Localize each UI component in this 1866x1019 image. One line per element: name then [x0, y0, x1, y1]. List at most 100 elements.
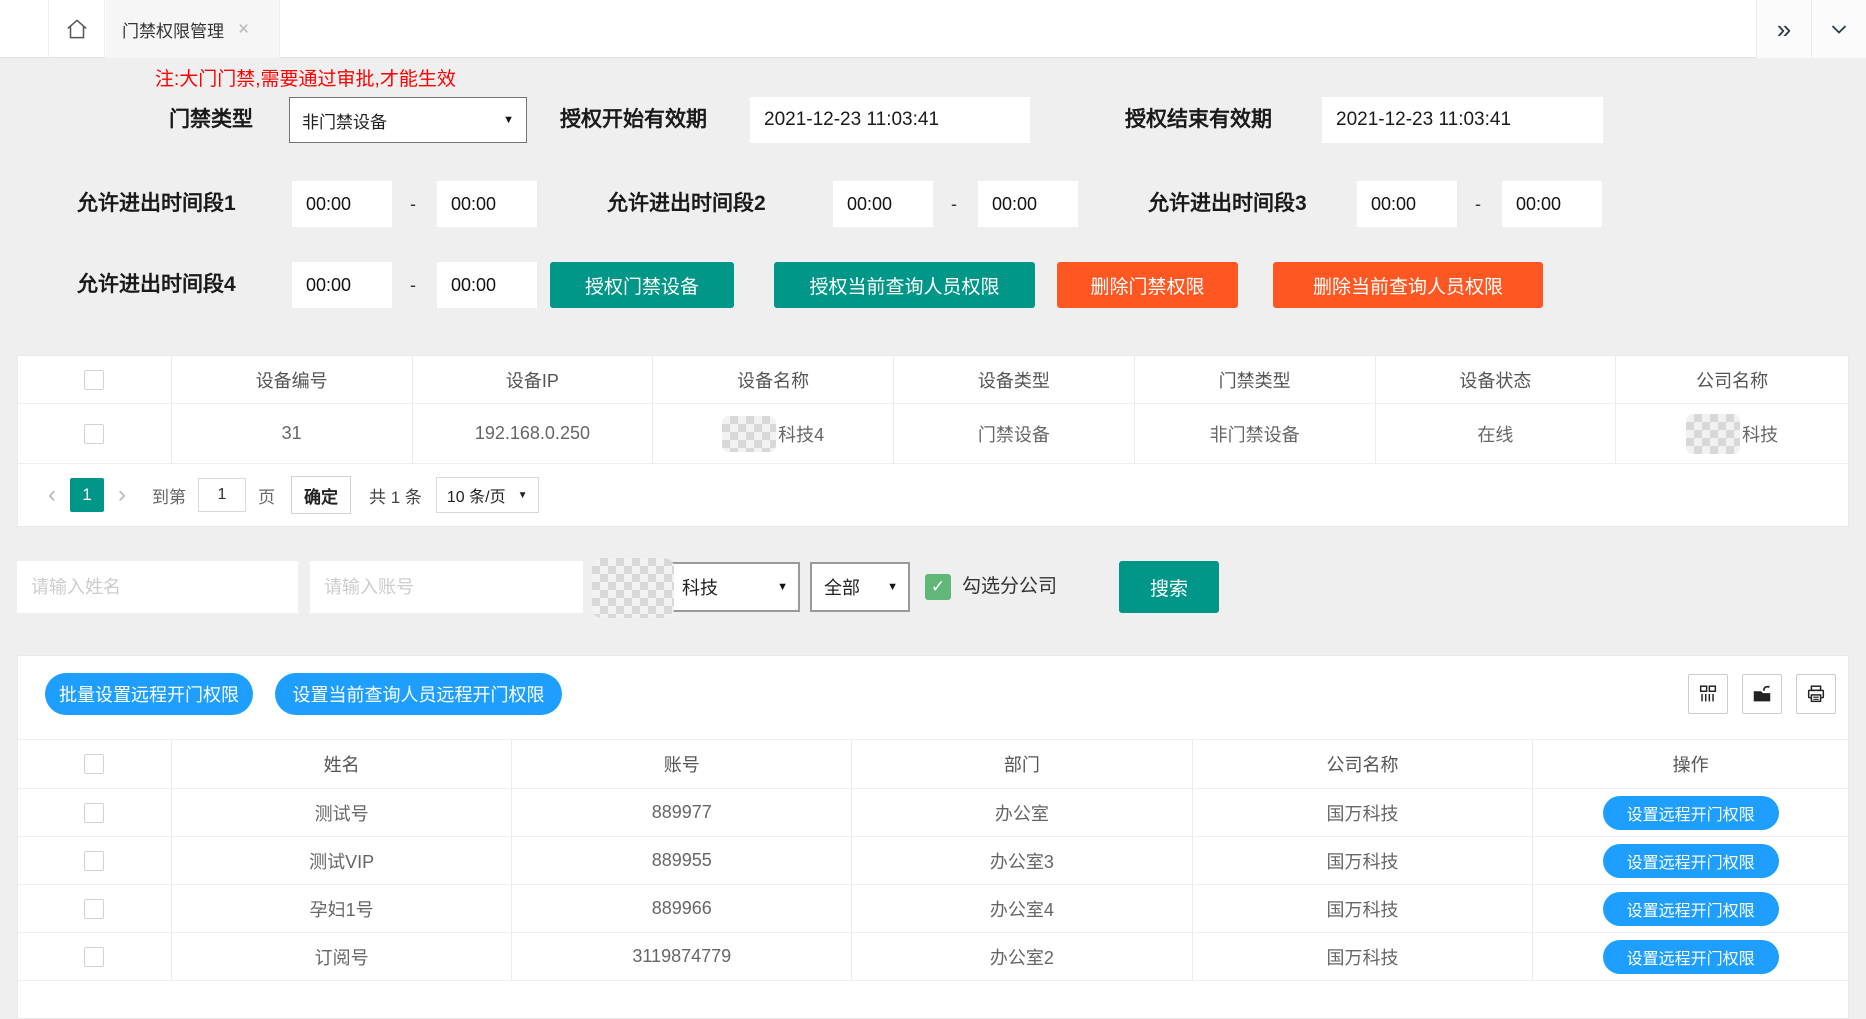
device-header-company: 公司名称 — [1615, 356, 1848, 403]
person-row-1-name: 测试号 — [171, 789, 512, 836]
person-row-3-account: 889966 — [511, 885, 851, 932]
goto-confirm-button[interactable]: 确定 — [291, 476, 351, 514]
approval-notice: 注:大门门禁,需要通过审批,才能生效 — [155, 64, 456, 91]
branch-checkbox-label: 勾选分公司 — [962, 561, 1057, 613]
device-header-no: 设备编号 — [171, 356, 412, 403]
home-tab-button[interactable] — [48, 0, 105, 58]
delete-device-permission-button[interactable]: 删除门禁权限 — [1057, 262, 1238, 308]
authorize-person-button[interactable]: 授权当前查询人员权限 — [774, 262, 1035, 308]
person-row-2-company: 国万科技 — [1192, 837, 1533, 884]
department-select-value: 全部 — [824, 574, 860, 600]
set-remote-open-button[interactable]: 设置远程开门权限 — [1603, 844, 1779, 878]
export-button[interactable] — [1742, 674, 1782, 714]
branch-checkbox[interactable]: ✓ — [925, 574, 951, 600]
person-row-1-company: 国万科技 — [1192, 789, 1533, 836]
period4-to-input[interactable] — [437, 262, 537, 308]
device-header-ip: 设备IP — [412, 356, 653, 403]
device-name-cell: 科技4 — [652, 404, 893, 463]
auth-end-label: 授权结束有效期 — [1125, 97, 1272, 143]
set-remote-open-button[interactable]: 设置远程开门权限 — [1603, 892, 1779, 926]
page-unit-label: 页 — [258, 483, 275, 508]
caret-down-icon: ▼ — [777, 581, 788, 593]
auth-end-input[interactable] — [1322, 97, 1603, 143]
authorize-device-button[interactable]: 授权门禁设备 — [550, 262, 734, 308]
person-row-3-checkbox[interactable] — [84, 899, 104, 919]
current-query-remote-open-button[interactable]: 设置当前查询人员远程开门权限 — [275, 673, 562, 715]
person-row-1-checkbox-cell — [18, 789, 171, 836]
next-page-icon[interactable]: › — [110, 481, 134, 509]
tab-menu-button[interactable] — [1811, 0, 1866, 58]
set-remote-open-button[interactable]: 设置远程开门权限 — [1603, 940, 1779, 974]
person-row-2: 测试VIP 889955 办公室3 国万科技 设置远程开门权限 — [18, 837, 1848, 885]
person-header-company: 公司名称 — [1192, 740, 1533, 788]
person-row-3-checkbox-cell — [18, 885, 171, 932]
person-row-2-checkbox[interactable] — [84, 851, 104, 871]
person-row-4-checkbox-cell — [18, 933, 171, 980]
set-remote-open-button[interactable]: 设置远程开门权限 — [1603, 796, 1779, 830]
goto-page-input[interactable] — [198, 478, 246, 512]
access-type-select[interactable]: 非门禁设备 ▼ — [289, 97, 527, 143]
period2-to-input[interactable] — [978, 181, 1078, 227]
access-permission-page: 门禁权限管理 × » 注:大门门禁,需要通过审批,才能生效 门禁类型 非门禁设备… — [0, 0, 1866, 1019]
person-row-1-account: 889977 — [511, 789, 851, 836]
period3-label: 允许进出时间段3 — [1148, 181, 1307, 227]
device-name-suffix: 科技4 — [778, 421, 824, 447]
columns-icon — [1697, 683, 1719, 705]
person-name-input[interactable] — [17, 561, 298, 613]
person-account-input[interactable] — [310, 561, 583, 613]
tab-close-icon[interactable]: × — [238, 20, 249, 39]
period4-from-input[interactable] — [292, 262, 392, 308]
person-row-2-name: 测试VIP — [171, 837, 512, 884]
device-table-panel: 设备编号 设备IP 设备名称 设备类型 门禁类型 设备状态 公司名称 31 19… — [17, 355, 1849, 527]
person-section-panel: 批量设置远程开门权限 设置当前查询人员远程开门权限 — [17, 655, 1849, 1019]
current-page-button[interactable]: 1 — [70, 478, 104, 512]
device-header-access-type: 门禁类型 — [1134, 356, 1375, 403]
person-row-3-name: 孕妇1号 — [171, 885, 512, 932]
period1-dash: - — [410, 181, 416, 227]
person-header-name: 姓名 — [171, 740, 512, 788]
tab-access-permission[interactable]: 门禁权限管理 × — [106, 0, 280, 58]
person-row-4-checkbox[interactable] — [84, 947, 104, 967]
device-row-checkbox[interactable] — [84, 424, 104, 444]
period1-to-input[interactable] — [437, 181, 537, 227]
search-button[interactable]: 搜索 — [1119, 561, 1219, 613]
device-table-header: 设备编号 设备IP 设备名称 设备类型 门禁类型 设备状态 公司名称 — [18, 356, 1848, 404]
person-row-3: 孕妇1号 889966 办公室4 国万科技 设置远程开门权限 — [18, 885, 1848, 933]
period1-from-input[interactable] — [292, 181, 392, 227]
company-select-value: 科技 — [682, 574, 718, 600]
device-ip-cell: 192.168.0.250 — [412, 404, 653, 463]
period3-to-input[interactable] — [1502, 181, 1602, 227]
person-select-all-cell — [18, 740, 171, 788]
form-row-1: 门禁类型 非门禁设备 ▼ 授权开始有效期 授权结束有效期 — [0, 97, 1866, 143]
device-header-status: 设备状态 — [1375, 356, 1616, 403]
device-select-all-cell — [18, 356, 171, 403]
batch-remote-open-button[interactable]: 批量设置远程开门权限 — [45, 673, 253, 715]
delete-person-permission-button[interactable]: 删除当前查询人员权限 — [1273, 262, 1543, 308]
period3-from-input[interactable] — [1357, 181, 1457, 227]
person-row-4-action-cell: 设置远程开门权限 — [1532, 933, 1848, 980]
device-select-all-checkbox[interactable] — [84, 370, 104, 390]
form-row-3: 允许进出时间段4 - 授权门禁设备 授权当前查询人员权限 删除门禁权限 删除当前… — [0, 262, 1866, 308]
export-icon — [1751, 683, 1773, 705]
period2-from-input[interactable] — [833, 181, 933, 227]
person-row-2-dept: 办公室3 — [851, 837, 1192, 884]
person-row-3-dept: 办公室4 — [851, 885, 1192, 932]
person-select-all-checkbox[interactable] — [84, 754, 104, 774]
total-count-label: 共 1 条 — [369, 483, 422, 508]
page-size-select[interactable]: 10 条/页 ▼ — [436, 477, 539, 513]
column-settings-button[interactable] — [1688, 674, 1728, 714]
department-select[interactable]: 全部 ▼ — [810, 562, 910, 612]
print-button[interactable] — [1796, 674, 1836, 714]
person-row-2-action-cell: 设置远程开门权限 — [1532, 837, 1848, 884]
period4-dash: - — [410, 262, 416, 308]
person-row-4: 订阅号 3119874779 办公室2 国万科技 设置远程开门权限 — [18, 933, 1848, 981]
person-row-1-dept: 办公室 — [851, 789, 1192, 836]
auth-start-input[interactable] — [750, 97, 1030, 143]
pagination-bar: ‹ 1 › 到第 页 确定 共 1 条 10 条/页 ▼ — [18, 464, 1848, 526]
person-header-dept: 部门 — [851, 740, 1192, 788]
person-row-1: 测试号 889977 办公室 国万科技 设置远程开门权限 — [18, 789, 1848, 837]
person-row-1-checkbox[interactable] — [84, 803, 104, 823]
collapse-tabs-button[interactable]: » — [1756, 0, 1811, 58]
prev-page-icon[interactable]: ‹ — [40, 481, 64, 509]
caret-down-icon: ▼ — [518, 490, 528, 501]
